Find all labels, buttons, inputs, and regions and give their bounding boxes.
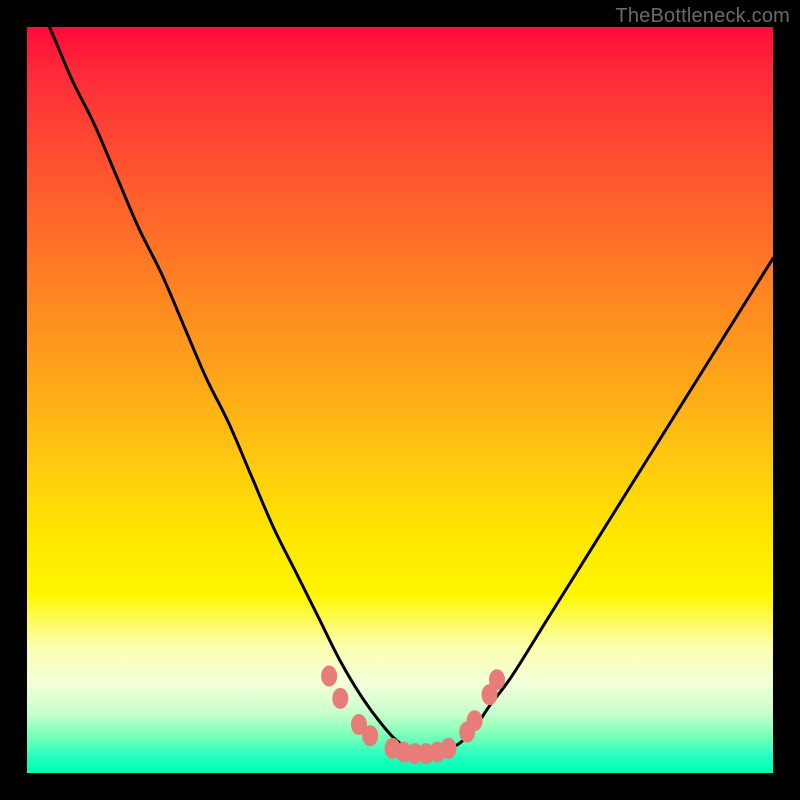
- watermark-text: TheBottleneck.com: [615, 5, 790, 28]
- curve-marker: [322, 666, 337, 686]
- curve-marker: [363, 726, 378, 746]
- marker-layer: [322, 666, 505, 764]
- curve-layer: [27, 27, 773, 755]
- curve-marker: [333, 688, 348, 708]
- plot-area: [27, 27, 773, 773]
- bottleneck-curve: [27, 27, 773, 755]
- curve-marker: [489, 670, 504, 690]
- chart-svg: [27, 27, 773, 773]
- curve-marker: [467, 711, 482, 731]
- chart-frame: TheBottleneck.com: [0, 0, 800, 800]
- curve-marker: [441, 738, 456, 758]
